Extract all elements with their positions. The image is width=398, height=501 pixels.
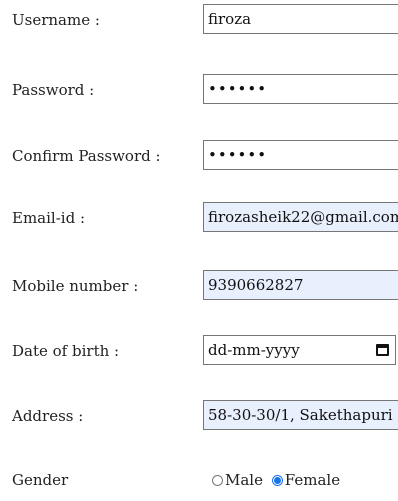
address-input[interactable]: 58-30-30/1, Sakethapuri [203, 400, 398, 430]
gender-options: Male Female [212, 470, 344, 490]
email-label: Email-id : [12, 209, 86, 227]
registration-form: Username : firoza Password : •••••• Conf… [0, 0, 398, 493]
dob-label: Date of birth : [12, 342, 120, 360]
address-row: Address : 58-30-30/1, Sakethapuri [0, 400, 398, 434]
email-input[interactable]: firozasheik22@gmail.com [203, 202, 398, 232]
password-row: Password : •••••• [0, 74, 398, 108]
mobile-row: Mobile number : 9390662827 [0, 270, 398, 304]
confirm-password-label: Confirm Password : [12, 147, 161, 165]
gender-label: Gender [12, 471, 69, 489]
gender-radio-female[interactable] [271, 475, 283, 486]
calendar-icon[interactable] [376, 344, 389, 356]
password-label: Password : [12, 81, 95, 99]
mobile-input[interactable]: 9390662827 [203, 270, 398, 300]
username-row: Username : firoza [0, 4, 398, 38]
confirm-password-input[interactable]: •••••• [203, 140, 398, 170]
confirm-password-row: Confirm Password : •••••• [0, 140, 398, 174]
gender-row: Gender Male Female [0, 467, 398, 501]
gender-label-male: Male [225, 471, 263, 489]
address-label: Address : [12, 407, 84, 425]
gender-label-female: Female [284, 471, 341, 489]
dob-row: Date of birth : dd-mm-yyyy [0, 335, 398, 369]
dob-placeholder: dd-mm-yyyy [208, 341, 300, 359]
username-label: Username : [12, 11, 100, 29]
gender-radio-male[interactable] [212, 475, 223, 486]
dob-input[interactable]: dd-mm-yyyy [203, 335, 396, 365]
username-input[interactable]: firoza [203, 4, 398, 34]
mobile-label: Mobile number : [12, 277, 139, 295]
email-row: Email-id : firozasheik22@gmail.com [0, 202, 398, 236]
password-input[interactable]: •••••• [203, 74, 398, 104]
